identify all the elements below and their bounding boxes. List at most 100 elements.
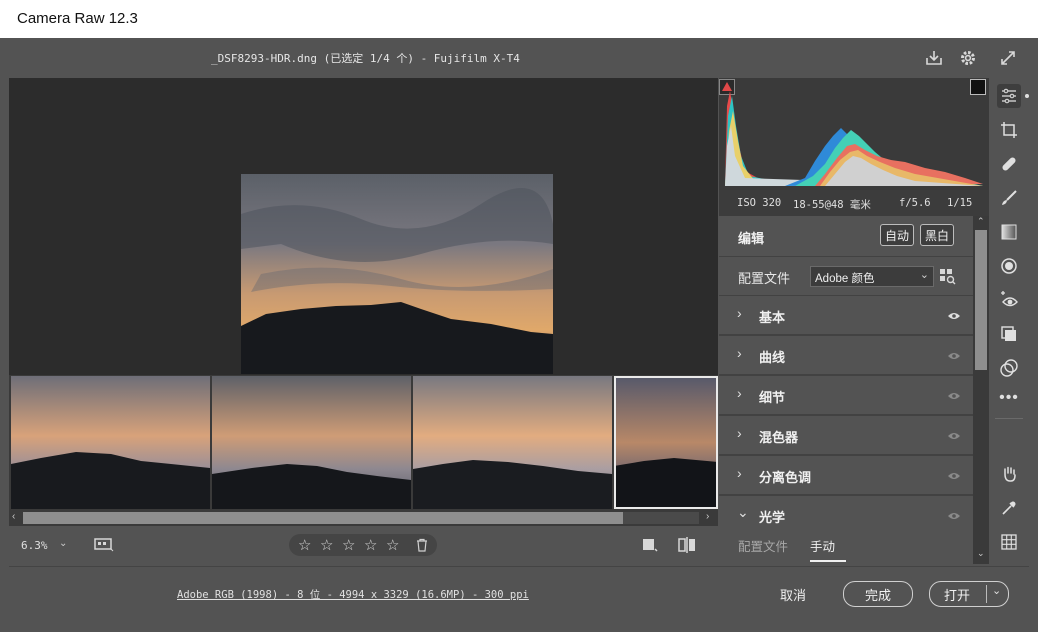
filmstrip — [9, 375, 718, 510]
profile-browser-icon[interactable] — [939, 268, 957, 286]
section-split-toning[interactable]: › 分离色调 — [719, 456, 973, 494]
thumbnail[interactable] — [212, 376, 411, 509]
chevron-right-icon: › — [737, 465, 742, 481]
eye-icon[interactable] — [947, 308, 961, 326]
active-indicator — [1025, 94, 1029, 98]
section-label: 细节 — [759, 390, 786, 405]
trash-icon[interactable] — [415, 538, 429, 552]
eye-icon[interactable] — [947, 348, 961, 366]
view-bar: 6.3% ⌄ ☆ ☆ ☆ ☆ ☆ — [9, 526, 718, 566]
edit-title: 编辑 — [738, 231, 765, 246]
edit-panel: 编辑 自动 黑白 配置文件 Adobe 颜色 ⌄ › 基本 › 曲线 › 细节 … — [719, 216, 973, 564]
eye-icon[interactable] — [947, 388, 961, 406]
scroll-thumb[interactable] — [23, 512, 623, 524]
section-label: 基本 — [759, 310, 786, 325]
camera-raw-window: Camera Raw 12.3 _DSF8293-HDR.dng (已选定 1/… — [0, 0, 1038, 632]
done-button[interactable]: 完成 — [843, 581, 913, 607]
open-button[interactable]: 打开 — [944, 585, 970, 604]
compare-icon[interactable] — [677, 536, 697, 554]
chevron-down-icon: ⌄ — [919, 269, 929, 281]
optics-tab-profile[interactable]: 配置文件 — [738, 536, 788, 555]
footer-bar: Adobe RGB (1998) - 8 位 - 4994 x 3329 (16… — [9, 566, 1029, 622]
exif-info: ISO 320 18-55@48 毫米 f/5.6 1/15 — [719, 190, 989, 216]
shutter-value: 1/15 — [947, 197, 973, 209]
profile-row: 配置文件 Adobe 颜色 ⌄ — [719, 257, 973, 295]
eyedropper-icon[interactable] — [997, 496, 1021, 520]
panel-scrollbar[interactable]: ⌃ ⌄ — [973, 216, 989, 564]
chevron-right-icon: › — [737, 385, 742, 401]
profile-select[interactable]: Adobe 颜色 ⌄ — [810, 266, 934, 287]
tab-underline — [810, 560, 846, 562]
brush-icon[interactable] — [997, 186, 1021, 210]
section-label: 分离色调 — [759, 470, 812, 485]
scroll-up-icon[interactable]: ⌃ — [977, 216, 985, 227]
file-info: _DSF8293-HDR.dng (已选定 1/4 个) - Fujifilm … — [211, 52, 520, 65]
scroll-left-icon[interactable]: ‹ — [12, 511, 15, 522]
chevron-right-icon: › — [737, 345, 742, 361]
radial-icon[interactable] — [997, 254, 1021, 278]
gradient-icon[interactable] — [997, 220, 1021, 244]
lens-value: 18-55@48 毫米 — [793, 199, 871, 211]
redeye-icon[interactable] — [997, 288, 1021, 312]
aperture-value: f/5.6 — [899, 197, 931, 209]
rating-bar: ☆ ☆ ☆ ☆ ☆ — [289, 534, 437, 556]
profile-label: 配置文件 — [738, 271, 791, 286]
star-icon[interactable]: ☆ — [320, 536, 333, 554]
star-icon[interactable]: ☆ — [386, 536, 399, 554]
black-white-button[interactable]: 黑白 — [920, 224, 954, 246]
filmstrip-toggle-icon[interactable] — [94, 537, 114, 553]
presets-icon[interactable] — [997, 356, 1021, 380]
section-label: 光学 — [759, 510, 786, 525]
tool-strip: ••• — [989, 78, 1029, 566]
eye-icon[interactable] — [947, 428, 961, 446]
thumbnail[interactable] — [11, 376, 210, 509]
chevron-down-icon[interactable]: ⌄ — [59, 538, 67, 549]
top-bar: _DSF8293-HDR.dng (已选定 1/4 个) - Fujifilm … — [9, 38, 1029, 78]
scroll-thumb[interactable] — [975, 230, 987, 370]
divider — [995, 418, 1023, 419]
filmstrip-scrollbar[interactable]: ‹ › — [9, 510, 718, 526]
section-detail[interactable]: › 细节 — [719, 376, 973, 414]
eye-icon[interactable] — [947, 468, 961, 486]
star-icon[interactable]: ☆ — [364, 536, 377, 554]
hand-icon[interactable] — [997, 462, 1021, 486]
save-icon[interactable] — [923, 47, 945, 69]
section-optics[interactable]: ⌄ 光学 配置文件 手动 — [719, 496, 973, 564]
healing-icon[interactable] — [997, 152, 1021, 176]
more-icon[interactable]: ••• — [997, 386, 1021, 410]
section-mixer[interactable]: › 混色器 — [719, 416, 973, 454]
iso-value: ISO 320 — [737, 197, 782, 209]
chevron-right-icon: › — [737, 305, 742, 321]
zoom-level[interactable]: 6.3% — [21, 539, 48, 552]
open-button-group: 打开 ⌄ — [929, 581, 1009, 607]
star-icon[interactable]: ☆ — [298, 536, 311, 554]
fullscreen-icon[interactable] — [997, 47, 1019, 69]
section-curve[interactable]: › 曲线 — [719, 336, 973, 374]
chevron-down-icon[interactable]: ⌄ — [992, 584, 1001, 597]
window-title: Camera Raw 12.3 — [17, 10, 138, 27]
star-icon[interactable]: ☆ — [342, 536, 355, 554]
scroll-right-icon[interactable]: › — [706, 511, 709, 522]
gear-icon[interactable] — [957, 47, 979, 69]
grid-icon[interactable] — [997, 530, 1021, 554]
before-after-icon[interactable] — [642, 537, 658, 553]
optics-tab-manual[interactable]: 手动 — [810, 536, 835, 555]
chevron-down-icon: ⌄ — [737, 504, 749, 520]
title-bar: Camera Raw 12.3 — [0, 0, 1038, 38]
sliders-icon[interactable] — [997, 84, 1021, 108]
scroll-down-icon[interactable]: ⌄ — [977, 548, 985, 559]
chevron-right-icon: › — [737, 425, 742, 441]
eye-icon[interactable] — [947, 508, 961, 526]
thumbnail[interactable] — [413, 376, 612, 509]
histogram-graph — [725, 91, 983, 186]
crop-icon[interactable] — [997, 118, 1021, 142]
image-canvas[interactable] — [9, 78, 718, 375]
profile-select-value: Adobe 颜色 — [815, 273, 875, 285]
auto-button[interactable]: 自动 — [880, 224, 914, 246]
workflow-options-link[interactable]: Adobe RGB (1998) - 8 位 - 4994 x 3329 (16… — [177, 587, 529, 602]
histogram — [719, 78, 989, 190]
snapshots-icon[interactable] — [997, 322, 1021, 346]
cancel-button[interactable]: 取消 — [780, 585, 806, 604]
thumbnail-selected[interactable] — [614, 376, 718, 509]
section-basic[interactable]: › 基本 — [719, 296, 973, 334]
